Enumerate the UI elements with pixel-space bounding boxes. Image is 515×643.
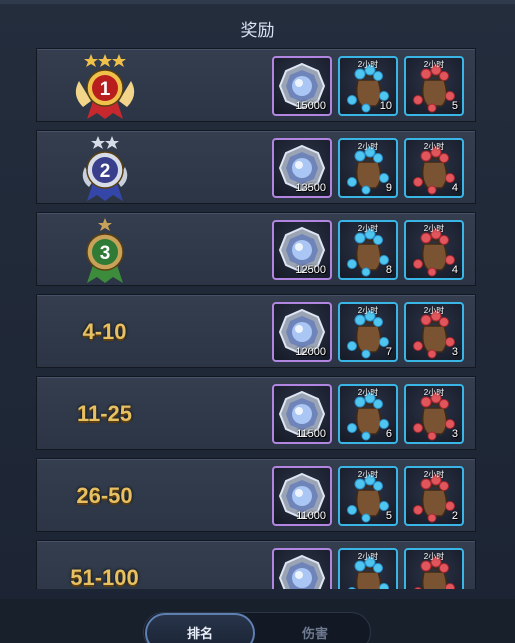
gem-count: 12000 xyxy=(295,346,326,358)
gem-reward-slot[interactable]: 12500 xyxy=(272,220,332,280)
gem-count: 11500 xyxy=(296,428,326,440)
bag-duration-label: 2小时 xyxy=(357,470,379,479)
bag-duration-label: 2小时 xyxy=(357,388,379,397)
blue-bag-count: 8 xyxy=(385,264,392,276)
blue-bag-count: 5 xyxy=(385,510,392,522)
svg-text:3: 3 xyxy=(100,243,111,264)
gem-count: 13500 xyxy=(295,182,326,194)
red-bag-count: 4 xyxy=(451,182,458,194)
gem-count: 11000 xyxy=(296,510,326,522)
gem-reward-slot[interactable]: 15000 xyxy=(272,56,332,116)
rank-cell: 51-100 xyxy=(37,541,172,589)
reward-panel: 奖励 1 15000 2小时 10 2小时 5 2 13500 2小时 9 2小时 4 3 12500 2小… xyxy=(0,0,515,643)
reward-row: 3 12500 2小时 8 2小时 4 xyxy=(36,212,476,286)
blue-bag-reward-slot[interactable]: 2小时 xyxy=(338,548,398,589)
rank-range-label: 4-10 xyxy=(82,319,127,344)
red-bag-reward-slot[interactable]: 2小时 4 xyxy=(404,138,464,198)
blue-bag-reward-slot[interactable]: 2小时 7 xyxy=(338,302,398,362)
blue-bag-reward-slot[interactable]: 2小时 6 xyxy=(338,384,398,444)
tab-switcher: 排名 伤害 xyxy=(143,612,371,643)
silver-medal-2-icon: 2 xyxy=(65,133,145,203)
blue-bag-reward-slot[interactable]: 2小时 8 xyxy=(338,220,398,280)
panel-title: 奖励 xyxy=(240,21,275,40)
reward-row: 2 13500 2小时 9 2小时 4 xyxy=(36,130,476,204)
tab-ranking[interactable]: 排名 xyxy=(145,613,255,643)
reward-row: 51-100 2小时 2小时 xyxy=(36,540,476,589)
gem-count: 12500 xyxy=(295,264,326,276)
bag-duration-label: 2小时 xyxy=(423,388,445,397)
rank-cell: 1 xyxy=(37,49,172,123)
gem-reward-slot[interactable] xyxy=(272,548,332,589)
bag-duration-label: 2小时 xyxy=(423,306,445,315)
red-bag-count: 3 xyxy=(451,428,458,440)
blue-bag-count: 6 xyxy=(385,428,392,440)
red-bag-reward-slot[interactable]: 2小时 5 xyxy=(404,56,464,116)
red-bag-reward-slot[interactable]: 2小时 xyxy=(404,548,464,589)
reward-row: 11-25 11500 2小时 6 2小时 3 xyxy=(36,376,476,450)
gem-reward-slot[interactable]: 13500 xyxy=(272,138,332,198)
red-bag-count: 4 xyxy=(451,264,458,276)
bag-duration-label: 2小时 xyxy=(357,552,379,561)
bag-duration-label: 2小时 xyxy=(423,552,445,561)
blue-bag-reward-slot[interactable]: 2小时 9 xyxy=(338,138,398,198)
rank-range-label: 11-25 xyxy=(76,401,133,426)
svg-text:2: 2 xyxy=(100,161,111,182)
bag-duration-label: 2小时 xyxy=(357,60,379,69)
gem-count: 15000 xyxy=(295,100,326,112)
blue-bag-reward-slot[interactable]: 2小时 5 xyxy=(338,466,398,526)
red-bag-reward-slot[interactable]: 2小时 3 xyxy=(404,302,464,362)
bag-duration-label: 2小时 xyxy=(357,142,379,151)
rank-range-label: 51-100 xyxy=(70,565,139,589)
blue-bag-count: 7 xyxy=(385,346,392,358)
rank-cell: 3 xyxy=(37,213,172,287)
gold-medal-1-icon: 1 xyxy=(65,51,145,121)
reward-row: 4-10 12000 2小时 7 2小时 3 xyxy=(36,294,476,368)
gem-reward-slot[interactable]: 11500 xyxy=(272,384,332,444)
rank-cell: 2 xyxy=(37,131,172,205)
bag-duration-label: 2小时 xyxy=(423,470,445,479)
blue-bag-count: 9 xyxy=(385,182,392,194)
blue-bag-reward-slot[interactable]: 2小时 10 xyxy=(338,56,398,116)
reward-list[interactable]: 1 15000 2小时 10 2小时 5 2 13500 2小时 9 2小时 4 3 12500 2小时 8 2… xyxy=(36,48,476,589)
tab-damage[interactable]: 伤害 xyxy=(260,613,370,643)
rank-cell: 4-10 xyxy=(37,295,172,369)
bag-duration-label: 2小时 xyxy=(423,60,445,69)
rank-cell: 11-25 xyxy=(37,377,172,451)
red-bag-reward-slot[interactable]: 2小时 3 xyxy=(404,384,464,444)
bronze-medal-3-icon: 3 xyxy=(65,215,145,285)
rank-cell: 26-50 xyxy=(37,459,172,533)
svg-text:1: 1 xyxy=(100,79,111,100)
gem-reward-slot[interactable]: 11000 xyxy=(272,466,332,526)
red-bag-count: 5 xyxy=(451,100,458,112)
red-bag-reward-slot[interactable]: 2小时 4 xyxy=(404,220,464,280)
reward-row: 26-50 11000 2小时 5 2小时 2 xyxy=(36,458,476,532)
red-bag-count: 3 xyxy=(451,346,458,358)
gem-reward-slot[interactable]: 12000 xyxy=(272,302,332,362)
bag-duration-label: 2小时 xyxy=(423,142,445,151)
bag-duration-label: 2小时 xyxy=(357,306,379,315)
rank-range-label: 26-50 xyxy=(76,483,133,508)
bag-duration-label: 2小时 xyxy=(423,224,445,233)
red-bag-reward-slot[interactable]: 2小时 2 xyxy=(404,466,464,526)
reward-row: 1 15000 2小时 10 2小时 5 xyxy=(36,48,476,122)
blue-bag-count: 10 xyxy=(379,100,392,112)
bag-duration-label: 2小时 xyxy=(357,224,379,233)
red-bag-count: 2 xyxy=(451,510,458,522)
